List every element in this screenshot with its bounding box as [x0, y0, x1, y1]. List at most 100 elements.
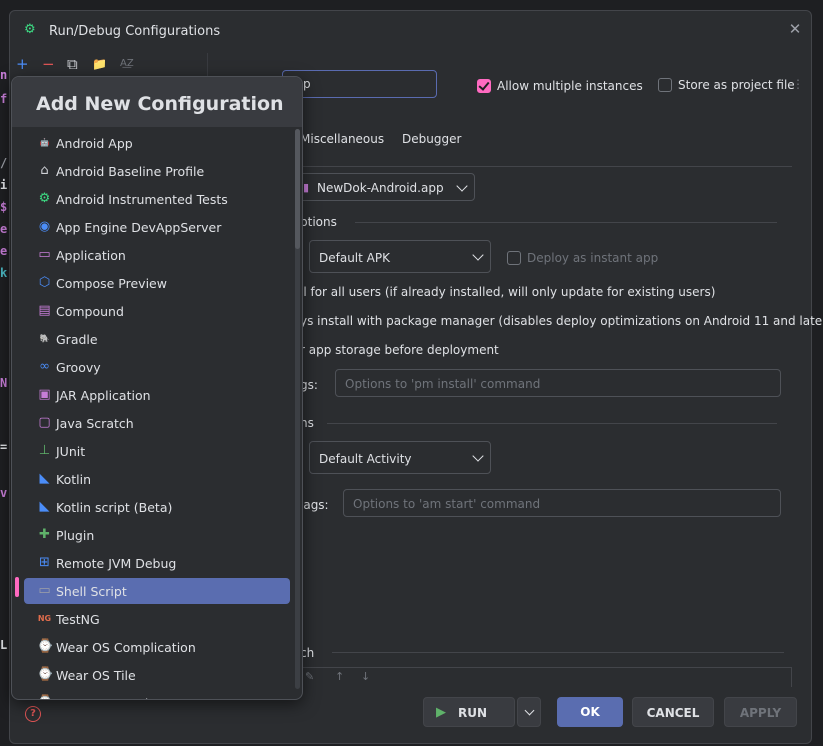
arrow-down-icon[interactable]: ↓ — [361, 670, 370, 683]
close-icon[interactable]: ✕ — [787, 21, 803, 37]
allow-multiple-label: Allow multiple instances — [497, 79, 643, 93]
dialog-title: Run/Debug Configurations — [49, 24, 221, 39]
name-field[interactable]: p — [282, 70, 437, 98]
deploy-instant-checkbox[interactable] — [507, 251, 521, 265]
store-project-checkbox[interactable] — [658, 78, 672, 92]
editor-glyph: n — [0, 68, 8, 82]
watch-icon: ⌚ — [37, 695, 53, 699]
install-options-heading: ptions — [300, 215, 337, 229]
config-type-item[interactable]: ∞ Groovy — [24, 354, 290, 380]
config-type-label: Kotlin script (Beta) — [56, 500, 173, 515]
editor-glyph: f — [0, 92, 8, 106]
config-type-item[interactable]: ⌚ Wear OS Tile — [24, 662, 290, 688]
compound-icon: ▤ — [38, 303, 51, 318]
gradle-icon: 🐘 — [39, 334, 50, 343]
config-type-item[interactable]: ⌂ Android Baseline Profile — [24, 158, 290, 184]
allow-multiple-checkbox[interactable] — [477, 79, 491, 93]
kotlin-script-icon: ◣ — [39, 499, 50, 514]
config-type-label: Compose Preview — [56, 276, 167, 291]
app-engine-icon: ◉ — [38, 219, 51, 234]
help-icon[interactable]: ? — [25, 706, 41, 722]
config-type-label: Plugin — [56, 528, 95, 543]
config-type-item[interactable]: ◉ App Engine DevAppServer — [24, 214, 290, 240]
section-divider — [327, 423, 777, 424]
watch-icon: ⌚ — [37, 639, 54, 654]
config-type-label: Android App — [56, 136, 133, 151]
config-type-label: Groovy — [56, 360, 101, 375]
config-type-item[interactable]: ◣ Kotlin script (Beta) — [24, 494, 290, 520]
more-icon[interactable]: ⋮ — [792, 77, 804, 91]
baseline-profile-icon: ⌂ — [40, 163, 49, 178]
config-type-label: Kotlin — [56, 472, 91, 487]
add-configuration-button[interactable]: + — [16, 56, 29, 72]
pm-flags-input[interactable]: Options to 'pm install' command — [335, 369, 781, 397]
config-type-item[interactable]: ⊞ Remote JVM Debug — [24, 550, 290, 576]
config-type-item[interactable]: ⌚Wear OS Watch Face — [24, 690, 290, 699]
deploy-select[interactable]: Default APK — [309, 240, 491, 273]
editor-glyph: = — [0, 440, 8, 454]
android-test-icon: ⚙ — [38, 191, 51, 206]
popup-title: Add New Configuration — [36, 93, 284, 115]
scrollbar-thumb[interactable] — [295, 129, 300, 249]
clear-storage-option[interactable]: r app storage before deployment — [300, 343, 499, 357]
editor-glyph: e — [0, 244, 8, 258]
editor-glyph: v — [0, 486, 8, 500]
java-scratch-icon: ▢ — [38, 415, 51, 430]
config-type-item[interactable]: ▤ Compound — [24, 298, 290, 324]
module-icon: ▮ — [303, 181, 310, 194]
editor-glyph: / — [0, 156, 8, 170]
install-all-users-option[interactable]: ll for all users (if already installed, … — [300, 285, 715, 299]
config-type-item[interactable]: ▭ Shell Script — [24, 578, 290, 604]
launch-select[interactable]: Default Activity — [309, 441, 491, 474]
config-type-label: Java Scratch — [56, 416, 134, 431]
config-type-item[interactable]: ▭ Application — [24, 242, 290, 268]
popup-scrollbar[interactable] — [295, 129, 300, 689]
deploy-instant-label: Deploy as instant app — [527, 251, 659, 265]
shell-script-icon: ▭ — [38, 583, 51, 598]
kotlin-icon: ◣ — [39, 471, 50, 486]
config-type-item[interactable]: ⬡ Compose Preview — [24, 270, 290, 296]
config-type-item[interactable]: ▣ JAR Application — [24, 382, 290, 408]
tabs-divider — [282, 166, 792, 167]
run-button[interactable]: ▶ RUN — [423, 697, 515, 727]
tab-debugger[interactable]: Debugger — [402, 132, 461, 146]
am-flags-input[interactable]: Options to 'am start' command — [343, 489, 781, 517]
editor-glyph: $ — [0, 200, 8, 214]
apply-button[interactable]: APPLY — [724, 697, 797, 727]
junit-icon: ⊥ — [38, 443, 51, 458]
application-icon: ▭ — [38, 247, 51, 262]
run-options-button[interactable] — [517, 697, 541, 727]
config-type-label: Compound — [56, 304, 124, 319]
cancel-button[interactable]: CANCEL — [632, 697, 714, 727]
chevron-down-icon — [472, 249, 484, 261]
config-type-label: Wear OS Watch Face — [56, 696, 185, 699]
ok-button[interactable]: OK — [557, 697, 623, 727]
config-type-item[interactable]: ✚ Plugin — [24, 522, 290, 548]
config-type-item[interactable]: 🐘 Gradle — [24, 326, 290, 352]
config-type-label: Gradle — [56, 332, 98, 347]
folder-icon[interactable]: 📁 — [92, 56, 107, 72]
jar-icon: ▣ — [38, 387, 51, 402]
config-type-label: Wear OS Complication — [56, 640, 196, 655]
module-select[interactable]: ▮ NewDok-Android.app — [282, 173, 475, 201]
config-type-item[interactable]: ◣ Kotlin — [24, 466, 290, 492]
add-configuration-popup: Add New Configuration 🤖 Android App ⌂ Andro… — [11, 76, 303, 700]
android-icon: 🤖 — [39, 138, 50, 147]
config-type-item[interactable]: 🤖 Android App — [24, 130, 290, 156]
section-divider — [332, 652, 784, 653]
compose-preview-icon: ⬡ — [38, 275, 51, 290]
config-type-item[interactable]: ⌚ Wear OS Complication — [24, 634, 290, 660]
config-type-item[interactable]: ▢ Java Scratch — [24, 410, 290, 436]
editor-glyph: i — [0, 178, 8, 192]
remove-configuration-button[interactable]: − — [42, 56, 55, 72]
config-type-item[interactable]: ⚙ Android Instrumented Tests — [24, 186, 290, 212]
copy-configuration-button[interactable]: ⧉ — [67, 56, 78, 72]
always-install-option[interactable]: ys install with package manager (disable… — [300, 314, 823, 328]
config-type-label: Android Baseline Profile — [56, 164, 205, 179]
edit-icon[interactable]: ✎ — [305, 670, 314, 683]
sort-icon[interactable]: A͟Z — [120, 56, 134, 72]
config-type-item[interactable]: ⊥ JUnit — [24, 438, 290, 464]
tab-miscellaneous[interactable]: Miscellaneous — [300, 132, 384, 146]
config-type-item[interactable]: NG TestNG — [24, 606, 290, 632]
arrow-up-icon[interactable]: ↑ — [335, 670, 344, 683]
